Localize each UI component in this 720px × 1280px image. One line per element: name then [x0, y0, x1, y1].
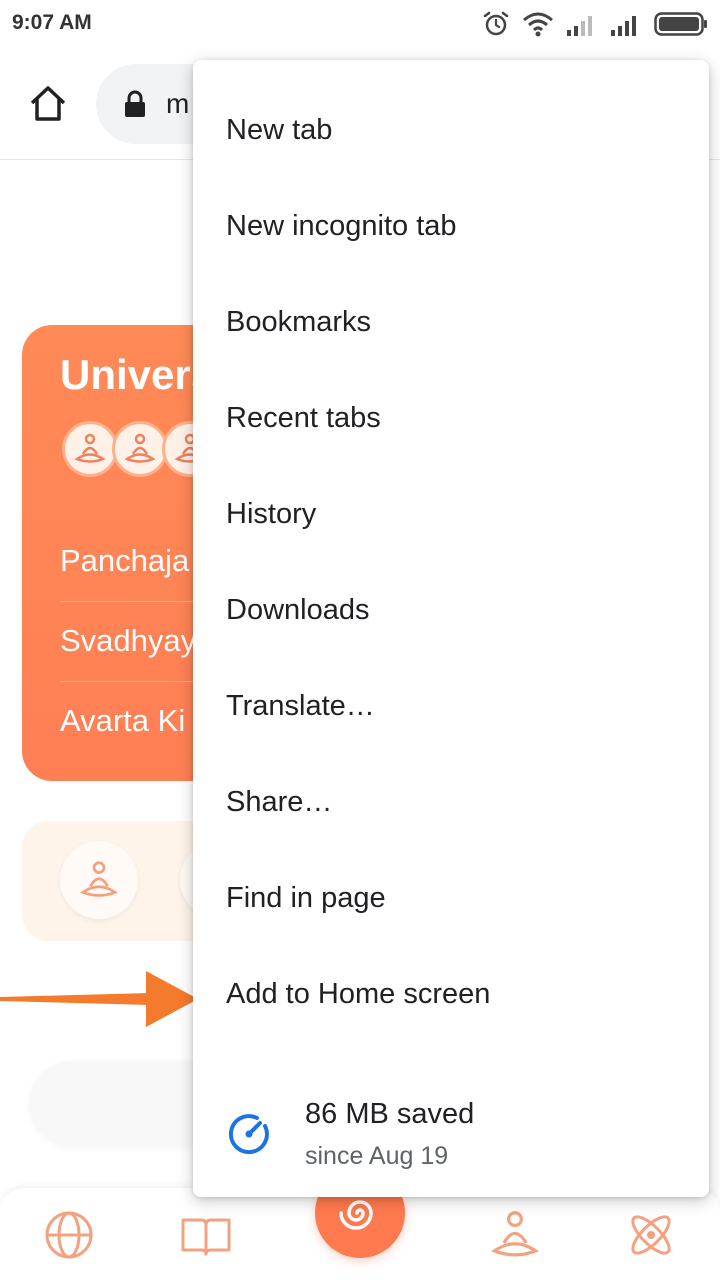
- menu-item-share[interactable]: Share…: [193, 754, 709, 850]
- atom-icon[interactable]: [624, 1208, 678, 1262]
- speedometer-icon: [228, 1114, 269, 1155]
- signal-icon: [567, 16, 592, 36]
- home-icon[interactable]: [26, 82, 70, 126]
- menu-item-find-in-page[interactable]: Find in page: [193, 850, 709, 946]
- battery-icon: [654, 12, 707, 36]
- meditation-icon[interactable]: [488, 1208, 542, 1262]
- menu-item-history[interactable]: History: [193, 466, 709, 562]
- hero-list-item[interactable]: Panchaja: [60, 543, 189, 579]
- overflow-menu: New tab New incognito tab Bookmarks Rece…: [193, 60, 709, 1197]
- menu-item-bookmarks[interactable]: Bookmarks: [193, 274, 709, 370]
- menu-item-new-incognito-tab[interactable]: New incognito tab: [193, 178, 709, 274]
- meditation-icon: [74, 433, 106, 463]
- status-bar: 9:07 AM: [0, 0, 720, 48]
- book-icon[interactable]: [179, 1208, 233, 1262]
- menu-item-translate[interactable]: Translate…: [193, 658, 709, 754]
- savings-title: 86 MB saved: [305, 1098, 475, 1130]
- feature-icon-circle: [60, 841, 138, 919]
- avatar: [112, 421, 168, 477]
- status-icons: [482, 8, 708, 40]
- hero-title: Univers: [60, 351, 215, 398]
- status-time: 9:07 AM: [12, 11, 92, 34]
- savings-subtitle: since Aug 19: [305, 1142, 449, 1170]
- avatar-group: [62, 421, 218, 477]
- pointer-arrow-icon: [0, 971, 198, 1027]
- wifi-icon: [523, 12, 553, 37]
- alarm-icon: [483, 11, 509, 36]
- globe-icon[interactable]: [42, 1208, 96, 1262]
- hero-list-item[interactable]: Avarta Ki: [60, 703, 185, 739]
- data-savings-item[interactable]: 86 MB saved since Aug 19: [193, 1072, 709, 1182]
- meditation-icon: [124, 433, 156, 463]
- signal-icon: [611, 16, 636, 36]
- menu-item-add-to-home-screen[interactable]: Add to Home screen: [193, 946, 709, 1042]
- hero-list-item[interactable]: Svadhyay: [60, 623, 196, 659]
- menu-item-new-tab[interactable]: New tab: [193, 82, 709, 178]
- url-text: m: [166, 88, 190, 119]
- menu-item-recent-tabs[interactable]: Recent tabs: [193, 370, 709, 466]
- menu-item-downloads[interactable]: Downloads: [193, 562, 709, 658]
- avatar: [62, 421, 118, 477]
- lock-icon: [125, 90, 145, 117]
- meditation-icon: [80, 861, 118, 897]
